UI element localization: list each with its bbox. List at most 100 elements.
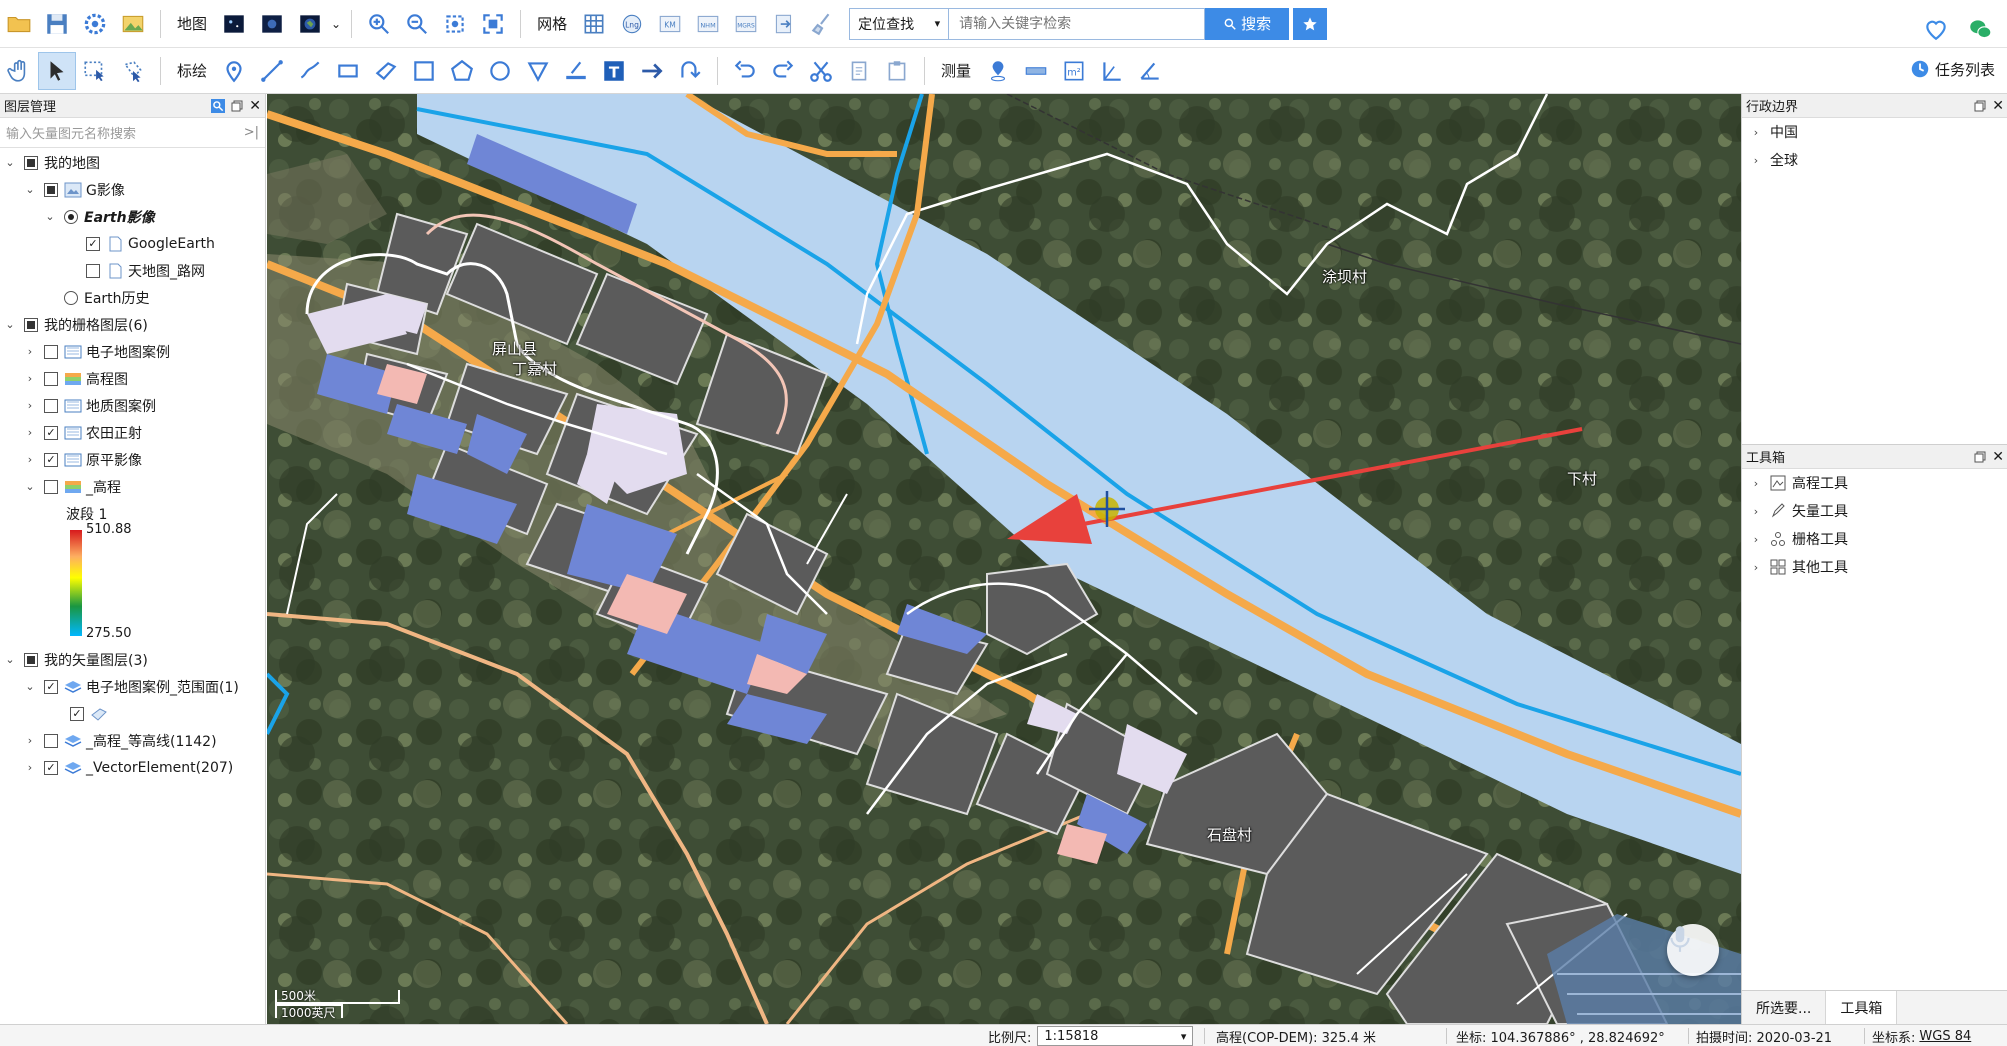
measure-area-icon[interactable]: m²: [1055, 52, 1093, 90]
toolbox-elevation-tools[interactable]: › 高程工具: [1742, 469, 2007, 497]
checkbox-checked[interactable]: ✓: [44, 425, 58, 440]
checkbox-unchecked[interactable]: [44, 344, 58, 359]
radio-unselected[interactable]: [64, 290, 78, 305]
scissors-icon[interactable]: [802, 52, 840, 90]
panel-float-icon[interactable]: [1974, 100, 1986, 112]
panel-close-icon[interactable]: ✕: [1992, 98, 2004, 114]
favorite-star-button[interactable]: [1293, 7, 1328, 40]
tree-node-emap-extent[interactable]: ⌄ ✓ 电子地图案例_范围面(1): [22, 673, 239, 700]
chevron-right-icon[interactable]: ›: [1748, 531, 1764, 547]
km-grid-icon[interactable]: KM: [651, 5, 689, 43]
zoom-in-icon[interactable]: [360, 5, 398, 43]
chevron-down-icon[interactable]: ⌄: [2, 155, 18, 171]
chevron-right-icon[interactable]: ›: [22, 425, 38, 441]
panel-float-icon[interactable]: [1974, 451, 1986, 463]
tree-node-earth-imagery[interactable]: ⌄ Earth影像: [42, 203, 155, 230]
tree-node-contours[interactable]: › _高程_等高线(1142): [22, 727, 217, 754]
square-icon[interactable]: [405, 52, 443, 90]
copy-icon[interactable]: [840, 52, 878, 90]
polyline-icon[interactable]: [253, 52, 291, 90]
panel-float-icon[interactable]: [231, 100, 243, 112]
rectangle-icon[interactable]: [329, 52, 367, 90]
crs-value[interactable]: WGS 84: [1919, 1029, 1971, 1044]
tree-node-my-map[interactable]: ⌄ 我的地图: [2, 149, 100, 176]
measure-point-icon[interactable]: [979, 52, 1017, 90]
redo-icon[interactable]: [764, 52, 802, 90]
tree-node-elevation-map[interactable]: › 高程图: [22, 365, 128, 392]
toolbox-raster-tools[interactable]: › 栅格工具: [1742, 525, 2007, 553]
tree-node-yuanping-imagery[interactable]: › ✓ 原平影像: [22, 446, 142, 473]
map-view[interactable]: 屏山县 丁嘉村 涂坝村 下村 石盘村 500米 1000英尺: [267, 94, 1741, 1024]
pentagon-icon[interactable]: [443, 52, 481, 90]
chevron-right-icon[interactable]: ›: [1748, 559, 1764, 575]
open-folder-icon[interactable]: [0, 5, 38, 43]
panel-close-icon[interactable]: ✕: [1992, 449, 2004, 465]
curved-arrow-icon[interactable]: [671, 52, 709, 90]
task-list-button[interactable]: 任务列表: [1909, 58, 1995, 80]
basemap-2-icon[interactable]: [253, 5, 291, 43]
admin-item-global[interactable]: › 全球: [1742, 146, 2007, 174]
box-select-icon[interactable]: [76, 52, 114, 90]
basemap-1-icon[interactable]: [215, 5, 253, 43]
tree-node-raster-layers[interactable]: ⌄ 我的栅格图层(6): [2, 311, 148, 338]
chevron-right-icon[interactable]: ›: [1748, 503, 1764, 519]
search-mode-select[interactable]: 定位查找 ▾: [849, 7, 950, 40]
voice-input-button[interactable]: [1667, 924, 1719, 976]
ruler-draw-icon[interactable]: [557, 52, 595, 90]
vector-search-field[interactable]: 输入矢量图元名称搜索 >|: [0, 118, 265, 148]
sector-icon[interactable]: [519, 52, 557, 90]
checkbox-partial[interactable]: [44, 182, 58, 197]
checkbox-unchecked[interactable]: [86, 263, 100, 278]
tree-node-tianditu-road[interactable]: 天地图_路网: [80, 257, 205, 284]
collapse-arrow-icon[interactable]: >|: [244, 125, 259, 140]
tree-node-extent-feature[interactable]: ✓: [64, 700, 112, 727]
map-canvas[interactable]: [267, 94, 1741, 1024]
arrow-draw-icon[interactable]: [633, 52, 671, 90]
clear-brush-icon[interactable]: [803, 5, 841, 43]
chevron-right-icon[interactable]: ›: [22, 452, 38, 468]
tree-node-vector-element[interactable]: › ✓ _VectorElement(207): [22, 754, 233, 781]
freehand-line-icon[interactable]: [291, 52, 329, 90]
save-icon[interactable]: [38, 5, 76, 43]
checkbox-checked[interactable]: ✓: [44, 679, 58, 694]
point-marker-icon[interactable]: [215, 52, 253, 90]
chevron-right-icon[interactable]: ›: [22, 344, 38, 360]
tree-node-google-earth[interactable]: ✓ GoogleEarth: [80, 230, 215, 257]
chevron-right-icon[interactable]: ›: [22, 760, 38, 776]
pan-hand-icon[interactable]: [0, 52, 38, 90]
text-label-icon[interactable]: T: [595, 52, 633, 90]
select-pointer-icon[interactable]: [38, 51, 76, 90]
location-heart-icon[interactable]: [1917, 10, 1955, 48]
freehand-polygon-icon[interactable]: [367, 52, 405, 90]
chevron-right-icon[interactable]: ›: [1748, 152, 1764, 168]
panel-close-icon[interactable]: ✕: [249, 98, 261, 114]
tree-node-farmland-ortho[interactable]: › ✓ 农田正射: [22, 419, 142, 446]
settings-gear-icon[interactable]: [76, 5, 114, 43]
measure-angle-icon[interactable]: [1131, 52, 1169, 90]
zoom-out-icon[interactable]: [398, 5, 436, 43]
search-button[interactable]: 搜索: [1205, 7, 1290, 40]
measure-height-icon[interactable]: [1093, 52, 1131, 90]
chevron-down-icon[interactable]: ⌄: [22, 479, 38, 495]
tab-selected-features[interactable]: 所选要...: [1742, 991, 1827, 1024]
mgrs-grid-icon[interactable]: MGRS: [727, 5, 765, 43]
polygon-select-icon[interactable]: [114, 52, 152, 90]
nhm-grid-icon[interactable]: NHM: [689, 5, 727, 43]
undo-icon[interactable]: [726, 52, 764, 90]
basemap-3-icon[interactable]: [291, 5, 329, 43]
chevron-right-icon[interactable]: ›: [1748, 124, 1764, 140]
chevron-right-icon[interactable]: ›: [1748, 475, 1764, 491]
image-icon[interactable]: [114, 5, 152, 43]
fullscreen-icon[interactable]: [474, 5, 512, 43]
chevron-right-icon[interactable]: ›: [22, 398, 38, 414]
panel-search-icon[interactable]: [211, 98, 226, 113]
checkbox-partial[interactable]: [24, 155, 38, 170]
tree-node-emap-sample[interactable]: › 电子地图案例: [22, 338, 170, 365]
checkbox-unchecked[interactable]: [44, 398, 58, 413]
basemap-dropdown-chevron-icon[interactable]: ⌄: [329, 17, 343, 31]
toolbox-vector-tools[interactable]: › 矢量工具: [1742, 497, 2007, 525]
chevron-down-icon[interactable]: ⌄: [2, 652, 18, 668]
chevron-down-icon[interactable]: ⌄: [42, 209, 58, 225]
chevron-down-icon[interactable]: ⌄: [2, 317, 18, 333]
lnglat-grid-icon[interactable]: Lng: [613, 5, 651, 43]
